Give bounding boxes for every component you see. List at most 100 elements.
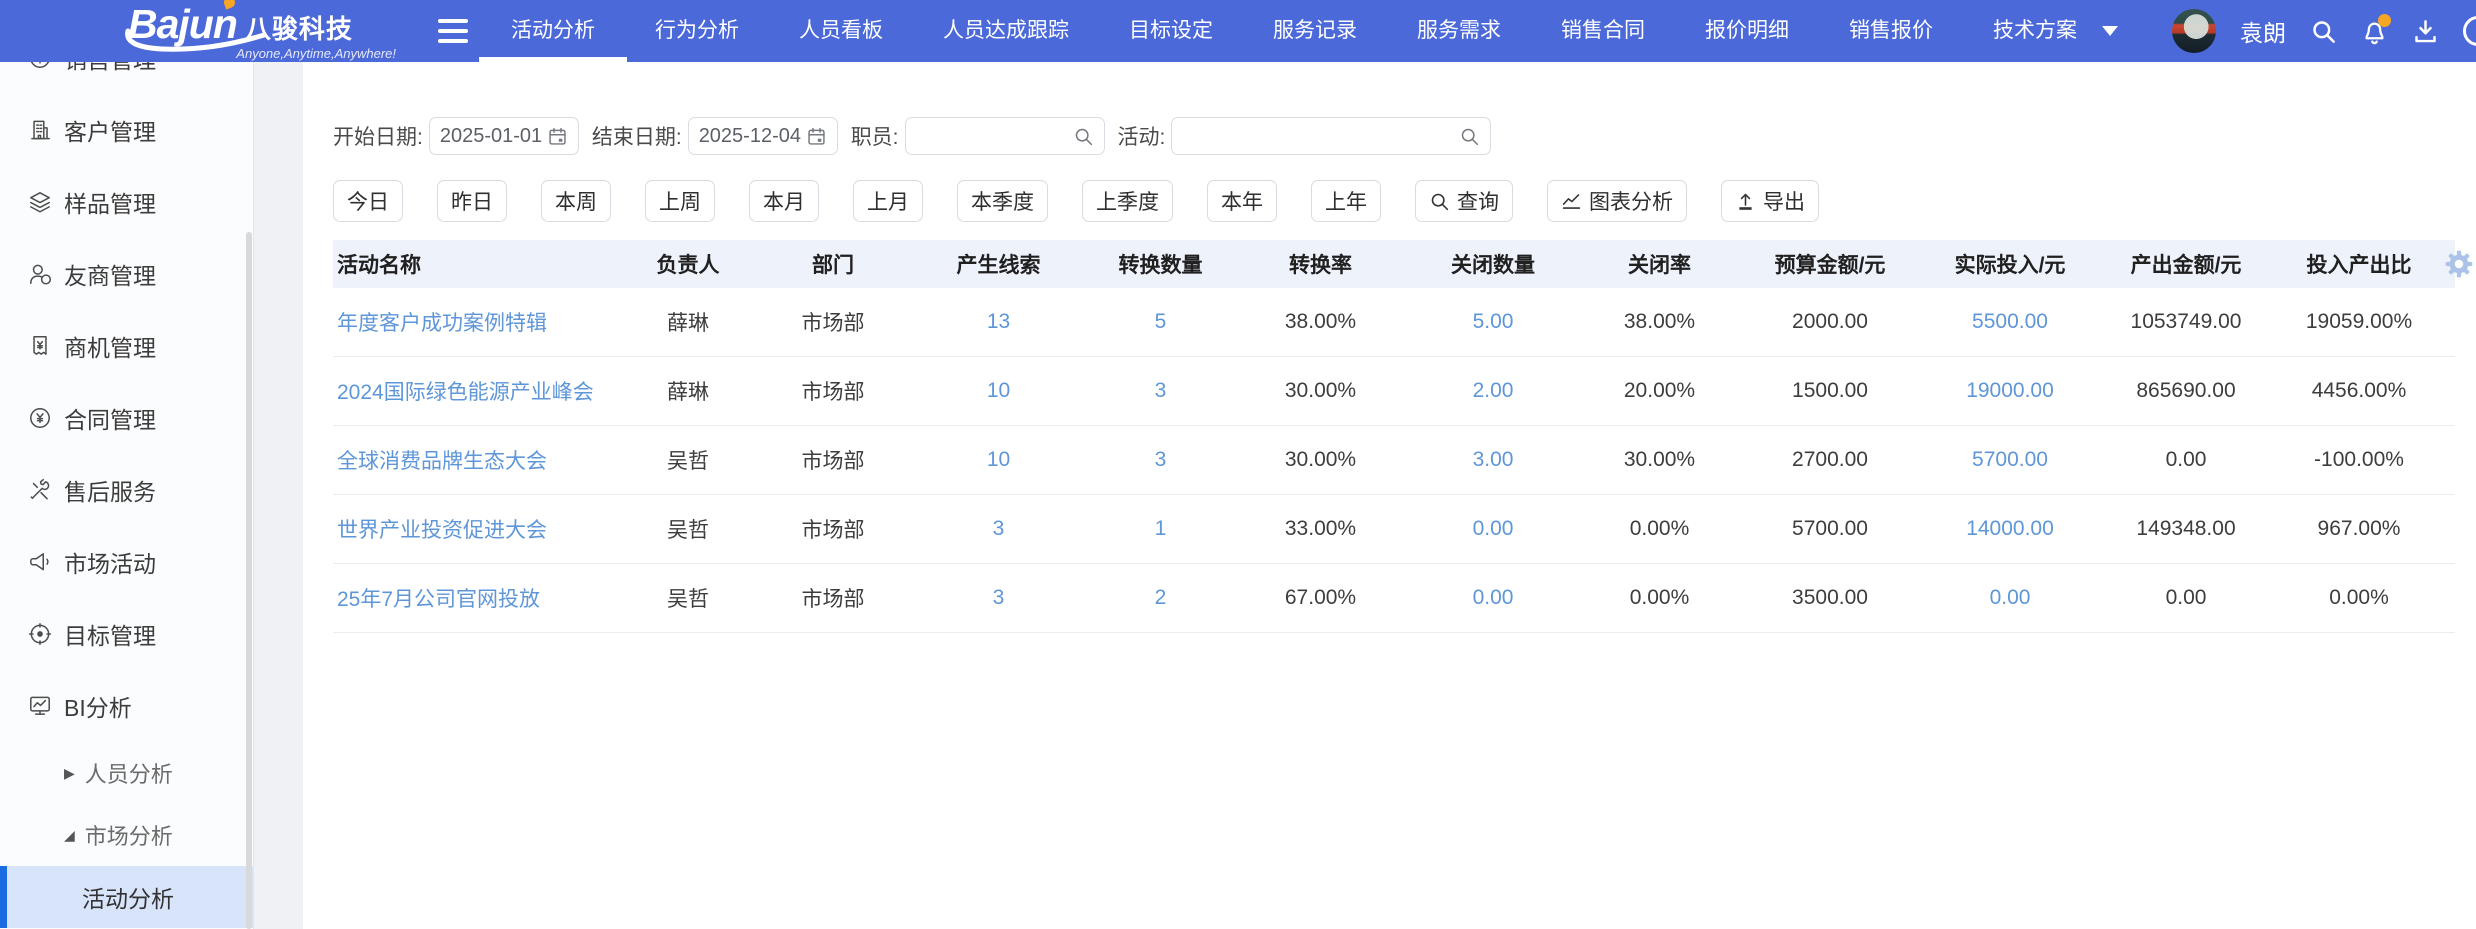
sidebar-item[interactable]: 样品管理 bbox=[0, 166, 253, 238]
cell-name[interactable]: 全球消费品牌生态大会 bbox=[333, 445, 621, 475]
nav-tab[interactable]: 技术方案 bbox=[1993, 0, 2077, 62]
sidebar-subitem[interactable]: ▶人员分析 bbox=[0, 742, 253, 804]
cell-conversions[interactable]: 1 bbox=[1086, 517, 1235, 541]
search-icon[interactable] bbox=[2310, 18, 2337, 45]
sidebar-item[interactable]: BI分析 bbox=[0, 670, 253, 742]
nav-tab[interactable]: 服务需求 bbox=[1417, 0, 1501, 62]
quick-range-button[interactable]: 本年 bbox=[1207, 180, 1277, 222]
cell-actual_input[interactable]: 5700.00 bbox=[1921, 448, 2099, 472]
avatar[interactable] bbox=[2172, 9, 2216, 53]
cell-closed[interactable]: 5.00 bbox=[1406, 310, 1580, 334]
cell-name[interactable]: 世界产业投资促进大会 bbox=[333, 514, 621, 544]
sidebar-item-label: 销售管理 bbox=[64, 62, 156, 75]
chart-analysis-button-label: 图表分析 bbox=[1589, 186, 1673, 216]
table-body: 年度客户成功案例特辑薛琳市场部13538.00%5.0038.00%2000.0… bbox=[333, 288, 2455, 633]
cell-conv_rate: 67.00% bbox=[1235, 586, 1406, 610]
brand-logo[interactable]: Bajun 八骏科技 Anyone,Anytime,Anywhere! bbox=[128, 1, 396, 61]
download-icon[interactable] bbox=[2412, 18, 2439, 45]
sidebar-item[interactable]: 目标管理 bbox=[0, 598, 253, 670]
cell-actual_input[interactable]: 19000.00 bbox=[1921, 379, 2099, 403]
export-icon bbox=[1735, 191, 1756, 212]
sidebar-gutter bbox=[253, 62, 303, 929]
search-icon[interactable] bbox=[1073, 126, 1094, 147]
cell-conversions[interactable]: 5 bbox=[1086, 310, 1235, 334]
quick-range-button[interactable]: 上周 bbox=[645, 180, 715, 222]
cell-leads[interactable]: 10 bbox=[911, 379, 1086, 403]
nav-tab[interactable]: 销售报价 bbox=[1849, 0, 1933, 62]
sidebar-item-label: 售后服务 bbox=[64, 473, 156, 507]
expanded-caret-icon: ◢ bbox=[64, 827, 75, 844]
quick-range-button[interactable]: 本季度 bbox=[957, 180, 1048, 222]
cell-conversions[interactable]: 3 bbox=[1086, 379, 1235, 403]
cell-leads[interactable]: 13 bbox=[911, 310, 1086, 334]
nav-tab[interactable]: 活动分析 bbox=[511, 0, 595, 62]
cell-leads[interactable]: 10 bbox=[911, 448, 1086, 472]
sidebar-item[interactable]: 售后服务 bbox=[0, 454, 253, 526]
sidebar-item[interactable]: 销售管理 bbox=[0, 62, 253, 94]
nav-tab[interactable]: 人员达成跟踪 bbox=[943, 0, 1069, 62]
end-date-input[interactable]: 2025-12-04 bbox=[688, 117, 838, 155]
user-name[interactable]: 袁朗 bbox=[2240, 14, 2286, 48]
column-header-close_rate: 关闭率 bbox=[1580, 249, 1739, 279]
nav-tab[interactable]: 销售合同 bbox=[1561, 0, 1645, 62]
cell-leads[interactable]: 3 bbox=[911, 586, 1086, 610]
nav-tab[interactable]: 报价明细 bbox=[1705, 0, 1789, 62]
notifications-bell-icon[interactable] bbox=[2361, 18, 2388, 45]
staff-input[interactable] bbox=[905, 117, 1105, 155]
nav-tab[interactable]: 人员看板 bbox=[799, 0, 883, 62]
quick-range-button[interactable]: 上月 bbox=[853, 180, 923, 222]
sidebar-scrollbar[interactable] bbox=[246, 232, 252, 929]
cell-closed[interactable]: 0.00 bbox=[1406, 517, 1580, 541]
nav-tab[interactable]: 目标设定 bbox=[1129, 0, 1213, 62]
cell-owner: 吴哲 bbox=[621, 514, 755, 544]
cell-name[interactable]: 25年7月公司官网投放 bbox=[333, 583, 621, 613]
partial-circle-icon[interactable] bbox=[2463, 16, 2476, 46]
sidebar-subitem[interactable]: ◢市场分析 bbox=[0, 804, 253, 866]
quick-range-button[interactable]: 本周 bbox=[541, 180, 611, 222]
cell-leads[interactable]: 3 bbox=[911, 517, 1086, 541]
export-button[interactable]: 导出 bbox=[1721, 180, 1819, 222]
cell-actual_input[interactable]: 0.00 bbox=[1921, 586, 2099, 610]
table-row: 全球消费品牌生态大会吴哲市场部10330.00%3.0030.00%2700.0… bbox=[333, 426, 2455, 495]
sidebar-item[interactable]: 市场活动 bbox=[0, 526, 253, 598]
chart-analysis-button[interactable]: 图表分析 bbox=[1547, 180, 1687, 222]
cell-roi: 4456.00% bbox=[2273, 379, 2445, 403]
cell-conversions[interactable]: 3 bbox=[1086, 448, 1235, 472]
sidebar-item[interactable]: 友商管理 bbox=[0, 238, 253, 310]
cell-closed[interactable]: 0.00 bbox=[1406, 586, 1580, 610]
cell-actual_input[interactable]: 14000.00 bbox=[1921, 517, 2099, 541]
quick-range-button[interactable]: 昨日 bbox=[437, 180, 507, 222]
sidebar-item[interactable]: 合同管理 bbox=[0, 382, 253, 454]
nav-overflow-caret-icon[interactable] bbox=[2102, 26, 2118, 36]
cell-conversions[interactable]: 2 bbox=[1086, 586, 1235, 610]
cell-dept: 市场部 bbox=[755, 445, 911, 475]
start-date-input[interactable]: 2025-01-01 bbox=[429, 117, 579, 155]
cell-closed[interactable]: 2.00 bbox=[1406, 379, 1580, 403]
quick-range-button[interactable]: 上季度 bbox=[1082, 180, 1173, 222]
cell-name[interactable]: 年度客户成功案例特辑 bbox=[333, 307, 621, 337]
nav-tab[interactable]: 行为分析 bbox=[655, 0, 739, 62]
query-button[interactable]: 查询 bbox=[1415, 180, 1513, 222]
table-row: 世界产业投资促进大会吴哲市场部3133.00%0.000.00%5700.001… bbox=[333, 495, 2455, 564]
cell-name[interactable]: 2024国际绿色能源产业峰会 bbox=[333, 376, 621, 406]
sidebar-item-label: 样品管理 bbox=[64, 185, 156, 219]
quick-range-button[interactable]: 上年 bbox=[1311, 180, 1381, 222]
hamburger-menu-icon[interactable] bbox=[438, 19, 468, 43]
column-settings-gear-icon[interactable] bbox=[2443, 248, 2475, 280]
customer-icon bbox=[27, 117, 53, 143]
quick-range-button[interactable]: 本月 bbox=[749, 180, 819, 222]
cell-output_amount: 0.00 bbox=[2099, 586, 2273, 610]
sidebar-item[interactable]: 客户管理 bbox=[0, 94, 253, 166]
start-date-label: 开始日期: bbox=[333, 121, 423, 151]
cell-actual_input[interactable]: 5500.00 bbox=[1921, 310, 2099, 334]
nav-tab[interactable]: 服务记录 bbox=[1273, 0, 1357, 62]
activity-input[interactable] bbox=[1171, 117, 1491, 155]
sidebar: 销售管理客户管理样品管理友商管理商机管理合同管理售后服务市场活动目标管理BI分析… bbox=[0, 62, 253, 929]
cell-closed[interactable]: 3.00 bbox=[1406, 448, 1580, 472]
sidebar-item[interactable]: 商机管理 bbox=[0, 310, 253, 382]
sidebar-item-active[interactable]: 活动分析 bbox=[0, 866, 253, 928]
start-date-value: 2025-01-01 bbox=[440, 125, 542, 148]
quick-range-button[interactable]: 今日 bbox=[333, 180, 403, 222]
cell-roi: 0.00% bbox=[2273, 586, 2445, 610]
search-icon[interactable] bbox=[1459, 126, 1480, 147]
